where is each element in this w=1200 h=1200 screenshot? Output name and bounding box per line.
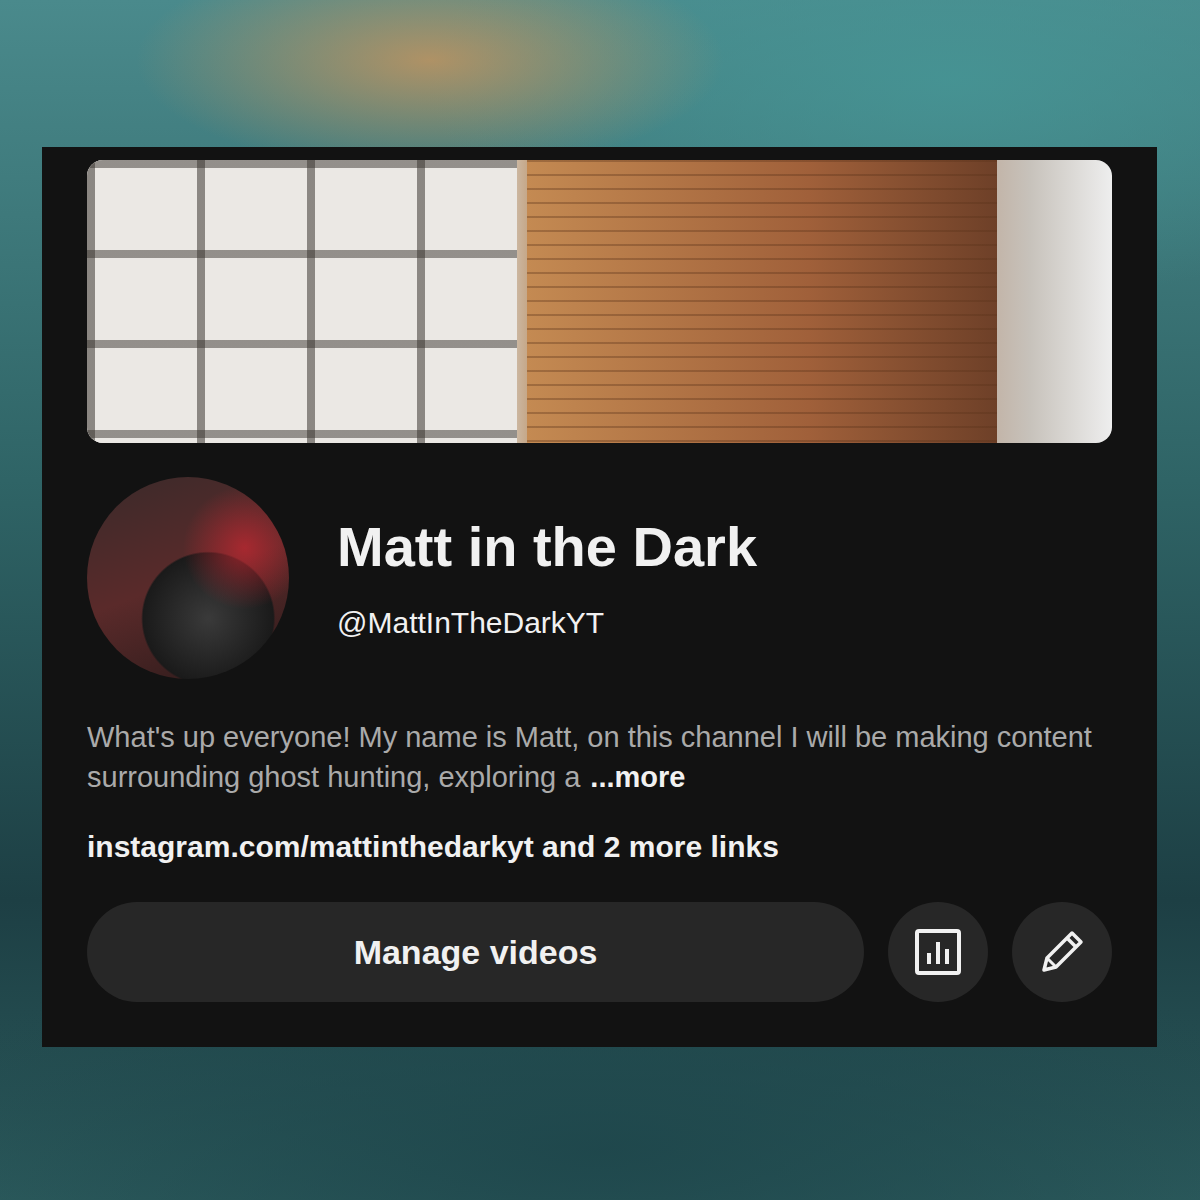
channel-avatar[interactable]	[87, 477, 289, 679]
channel-handle: @MattInTheDarkYT	[337, 605, 757, 641]
channel-banner	[87, 160, 1112, 443]
channel-titles: Matt in the Dark @MattInTheDarkYT	[337, 515, 757, 641]
channel-card: Matt in the Dark @MattInTheDarkYT What's u…	[42, 147, 1157, 1047]
action-row: Manage videos	[87, 902, 1112, 1002]
manage-videos-button[interactable]: Manage videos	[87, 902, 864, 1002]
channel-links[interactable]: instagram.com/mattinthedarkyt and 2 more…	[87, 827, 1112, 867]
channel-header: Matt in the Dark @MattInTheDarkYT	[87, 477, 1112, 679]
more-link[interactable]: ...more	[590, 761, 685, 793]
analytics-button[interactable]	[888, 902, 988, 1002]
page: Matt in the Dark @MattInTheDarkYT What's u…	[0, 0, 1200, 1200]
pencil-icon	[1032, 922, 1092, 982]
analytics-icon	[908, 922, 968, 982]
edit-button[interactable]	[1012, 902, 1112, 1002]
banner-photo	[87, 160, 517, 443]
banner-photo-wall	[527, 160, 997, 443]
channel-name: Matt in the Dark	[337, 515, 757, 579]
channel-description[interactable]: What's up everyone! My name is Matt, on …	[87, 717, 1112, 797]
description-text: What's up everyone! My name is Matt, on …	[87, 721, 1092, 793]
